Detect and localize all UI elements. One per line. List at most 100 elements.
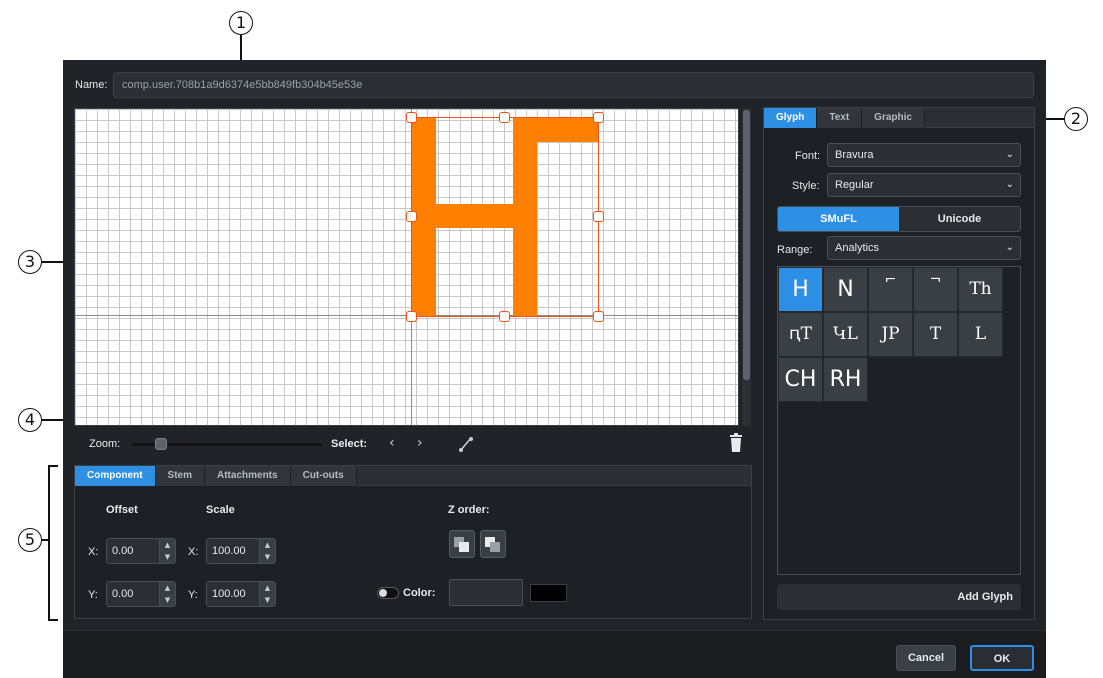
glyph-palette: H N ⌐ ¬ Th ԥT ԿL JP T L CH RH: [777, 266, 1021, 575]
ok-button[interactable]: OK: [970, 645, 1034, 671]
callout-5-bracket-top: [48, 465, 58, 467]
zoom-toolbar: Zoom: Select: ‹ ›: [74, 432, 754, 456]
decrement-icon[interactable]: ▼: [260, 594, 275, 606]
smufl-button[interactable]: SMuFL: [778, 207, 899, 231]
tab-cut-outs[interactable]: Cut-outs: [290, 466, 357, 486]
unicode-button[interactable]: Unicode: [899, 207, 1020, 231]
callout-4: 4: [18, 408, 42, 432]
tab-attachments[interactable]: Attachments: [205, 466, 291, 486]
bring-forward-button[interactable]: [449, 530, 475, 558]
selected-glyph[interactable]: [411, 117, 599, 317]
tab-glyph[interactable]: Glyph: [764, 108, 818, 128]
z-order-label: Z order:: [448, 504, 490, 516]
range-dropdown[interactable]: Analytics ⌄: [827, 236, 1021, 260]
callout-5: 5: [18, 528, 42, 552]
glyph-source-tabbar: Glyph Text Graphic: [764, 108, 1034, 128]
callout-5-bracket: [48, 465, 50, 620]
callout-5-line: [42, 539, 49, 541]
offset-y-input[interactable]: [107, 582, 159, 606]
tab-component[interactable]: Component: [75, 466, 156, 486]
glyph-cell[interactable]: Th: [958, 267, 1003, 312]
trash-icon[interactable]: [729, 433, 743, 453]
tab-text[interactable]: Text: [817, 108, 863, 128]
offset-heading: Offset: [106, 504, 138, 516]
zoom-slider-thumb[interactable]: [154, 438, 167, 450]
resize-handle-bottom-left[interactable]: [406, 311, 417, 322]
range-value: Analytics: [835, 242, 880, 254]
tab-graphic[interactable]: Graphic: [862, 108, 925, 128]
component-properties-panel: Component Stem Attachments Cut-outs Offs…: [74, 465, 752, 619]
glyph-set-toggle: SMuFL Unicode: [777, 206, 1021, 232]
scale-x-label: X:: [188, 546, 199, 558]
chevron-down-icon: ⌄: [1005, 242, 1014, 253]
resize-handle-right[interactable]: [593, 211, 604, 222]
component-tabbar: Component Stem Attachments Cut-outs: [75, 466, 751, 486]
glyph-cell[interactable]: ԿL: [823, 312, 868, 357]
canvas-vertical-scrollbar[interactable]: [742, 108, 751, 426]
glyph-editor-canvas[interactable]: [74, 108, 739, 426]
glyph-cell[interactable]: RH: [823, 357, 868, 402]
glyph-shape: [412, 118, 599, 316]
increment-icon[interactable]: ▲: [260, 539, 275, 551]
glyph-cell[interactable]: ⌐: [868, 267, 913, 312]
style-dropdown[interactable]: Regular ⌄: [827, 173, 1021, 197]
resize-handle-bottom[interactable]: [499, 311, 510, 322]
offset-x-label: X:: [88, 546, 99, 558]
scale-y-label: Y:: [188, 589, 198, 601]
chevron-down-icon: ⌄: [1005, 179, 1014, 190]
add-glyph-button[interactable]: Add Glyph: [777, 584, 1021, 610]
resize-handle-left[interactable]: [406, 211, 417, 222]
increment-icon[interactable]: ▲: [160, 539, 175, 551]
resize-handle-top[interactable]: [499, 112, 510, 123]
color-toggle[interactable]: [377, 587, 399, 599]
offset-x-stepper[interactable]: ▲▼: [106, 538, 176, 564]
range-label: Range:: [777, 244, 813, 256]
edit-glyph-dialog: Name: comp.user.708b1a9d6374e5bb849fb304…: [63, 60, 1046, 678]
glyph-cell[interactable]: JP: [868, 312, 913, 357]
glyph-cell[interactable]: T: [913, 312, 958, 357]
callout-1: 1: [229, 11, 253, 35]
font-label: Font:: [795, 150, 821, 162]
name-field[interactable]: comp.user.708b1a9d6374e5bb849fb304b45e53…: [113, 72, 1034, 98]
scale-x-input[interactable]: [207, 539, 259, 563]
callout-2: 2: [1064, 107, 1088, 131]
scale-y-input[interactable]: [207, 582, 259, 606]
increment-icon[interactable]: ▲: [260, 582, 275, 594]
scale-y-stepper[interactable]: ▲▼: [206, 581, 276, 607]
glyph-source-panel: Glyph Text Graphic Font: Bravura ⌄ Style…: [763, 107, 1035, 620]
glyph-cell[interactable]: H: [778, 267, 823, 312]
glyph-cell[interactable]: ¬: [913, 267, 958, 312]
glyph-cell[interactable]: N: [823, 267, 868, 312]
resize-handle-bottom-right[interactable]: [593, 311, 604, 322]
decrement-icon[interactable]: ▼: [160, 594, 175, 606]
offset-y-stepper[interactable]: ▲▼: [106, 581, 176, 607]
style-value: Regular: [835, 179, 874, 191]
decrement-icon[interactable]: ▼: [160, 551, 175, 563]
glyph-cell[interactable]: CH: [778, 357, 823, 402]
color-swatch[interactable]: [530, 584, 567, 602]
glyph-cell[interactable]: L: [958, 312, 1003, 357]
toggle-knob: [379, 589, 387, 597]
offset-x-input[interactable]: [107, 539, 159, 563]
style-label: Style:: [792, 180, 820, 192]
glyph-cell[interactable]: ԥT: [778, 312, 823, 357]
scale-heading: Scale: [206, 504, 235, 516]
send-backward-button[interactable]: [480, 530, 506, 558]
resize-handle-top-left[interactable]: [406, 112, 417, 123]
increment-icon[interactable]: ▲: [160, 582, 175, 594]
scrollbar-thumb[interactable]: [743, 110, 750, 380]
tab-stem[interactable]: Stem: [155, 466, 205, 486]
font-dropdown[interactable]: Bravura ⌄: [827, 143, 1021, 167]
callout-3: 3: [18, 250, 42, 274]
chevron-down-icon: ⌄: [1005, 149, 1014, 160]
chevron-right-icon[interactable]: ›: [417, 435, 423, 451]
color-hex-field[interactable]: [449, 579, 523, 606]
chevron-left-icon[interactable]: ‹: [389, 435, 395, 451]
diagonal-arrow-icon[interactable]: [458, 435, 474, 453]
decrement-icon[interactable]: ▼: [260, 551, 275, 563]
cancel-button[interactable]: Cancel: [896, 645, 956, 671]
name-label: Name:: [75, 79, 108, 91]
resize-handle-top-right[interactable]: [593, 112, 604, 123]
scale-x-stepper[interactable]: ▲▼: [206, 538, 276, 564]
font-value: Bravura: [835, 149, 874, 161]
